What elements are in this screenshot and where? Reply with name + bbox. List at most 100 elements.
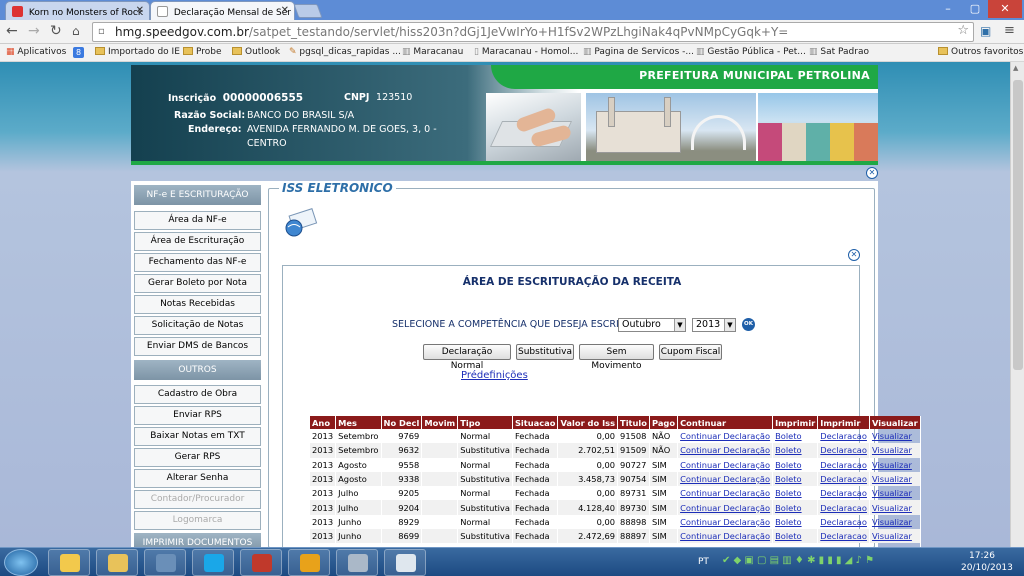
- predefinicoes-link[interactable]: Prédefinições: [461, 370, 528, 381]
- boleto-link[interactable]: Boleto: [775, 488, 802, 498]
- start-button[interactable]: [4, 549, 38, 576]
- substitutiva-button[interactable]: Substitutiva: [516, 344, 574, 360]
- sidebar-item-area-escrituracao[interactable]: Área de Escrituração: [134, 232, 261, 251]
- boleto-link[interactable]: Boleto: [775, 517, 802, 527]
- cell-pago-cell: NÃO: [649, 443, 679, 458]
- tab-declaracao[interactable]: Declaração Mensal de Ser ✕: [150, 1, 295, 20]
- taskbar-windows-explorer-button[interactable]: [48, 549, 90, 576]
- declaracao-link[interactable]: Declaracao: [820, 517, 867, 527]
- close-tab-icon[interactable]: ✕: [281, 5, 289, 16]
- sidebar-item-gerar-boleto[interactable]: Gerar Boleto por Nota: [134, 274, 261, 293]
- sidebar-item-solicitacao-notas[interactable]: Solicitação de Notas: [134, 316, 261, 335]
- bookmark-pgsql[interactable]: ✎ pgsql_dicas_rapidas ...: [289, 47, 401, 57]
- language-indicator[interactable]: PT: [698, 557, 709, 567]
- sem-movimento-button[interactable]: Sem Movimento: [579, 344, 654, 371]
- tab-korn[interactable]: Korn no Monsters of Rock ✕: [5, 1, 150, 20]
- back-arrow-icon[interactable]: ←: [6, 23, 18, 39]
- bookmark-maracanau[interactable]: ▥ Maracanau: [402, 47, 463, 57]
- cell-titulo: 90754: [620, 474, 647, 485]
- declaracao-link[interactable]: Declaracao: [820, 474, 867, 484]
- taskbar-network-button[interactable]: [144, 549, 186, 576]
- year-select[interactable]: 2013 ▼: [692, 318, 736, 332]
- clock-time[interactable]: 17:26: [969, 551, 995, 561]
- bookmark-pagina-servicos[interactable]: ▥ Pagina de Servicos -...: [583, 47, 694, 57]
- continuar-declaracao-link[interactable]: Continuar Declaração: [680, 503, 770, 513]
- cast-icon[interactable]: ▣: [980, 24, 991, 38]
- menu-icon[interactable]: ≡: [1004, 23, 1015, 38]
- continuar-declaracao-link[interactable]: Continuar Declaração: [680, 488, 770, 498]
- tray-icons[interactable]: ✔ ◆ ▣ ▢ ▤ ▥ ♦ ✱ ▮ ▮ ▮ ◢ ♪ ⚑: [722, 555, 874, 566]
- bookmark-star-icon[interactable]: ☆: [957, 23, 969, 38]
- taskbar-calculator-button[interactable]: [336, 549, 378, 576]
- sidebar-item-gerar-rps[interactable]: Gerar RPS: [134, 448, 261, 467]
- address-bar[interactable]: ▫ hmg.speedgov.com.br/satpet_testando/se…: [92, 22, 974, 42]
- bookmark-probe[interactable]: Probe: [183, 47, 222, 57]
- boleto-link[interactable]: Boleto: [775, 503, 802, 513]
- declaracao-link[interactable]: Declaracao: [820, 445, 867, 455]
- declaracao-link[interactable]: Declaracao: [820, 460, 867, 470]
- declaracao-normal-button[interactable]: Declaração Normal: [423, 344, 511, 371]
- declaracao-link[interactable]: Declaracao: [820, 488, 867, 498]
- taskbar-chrome-button[interactable]: [288, 549, 330, 576]
- continuar-declaracao-link[interactable]: Continuar Declaração: [680, 517, 770, 527]
- maximize-button[interactable]: ▢: [962, 0, 988, 18]
- continuar-declaracao-link[interactable]: Continuar Declaração: [680, 431, 770, 441]
- visualizar-link[interactable]: Visualizar: [872, 503, 912, 513]
- bookmark-apps[interactable]: ▦ Aplicativos: [6, 47, 66, 57]
- visualizar-link[interactable]: Visualizar: [872, 460, 912, 470]
- taskbar-folder-button[interactable]: [96, 549, 138, 576]
- bookmark-maracanau-homol[interactable]: ▯ Maracanau - Homol...: [474, 47, 578, 57]
- continuar-declaracao-link[interactable]: Continuar Declaração: [680, 474, 770, 484]
- close-icon[interactable]: ✕: [866, 167, 878, 179]
- visualizar-link[interactable]: Visualizar: [872, 431, 912, 441]
- sidebar-item-cadastro-obra[interactable]: Cadastro de Obra: [134, 385, 261, 404]
- continuar-declaracao-link[interactable]: Continuar Declaração: [680, 445, 770, 455]
- bookmark-outlook[interactable]: Outlook: [232, 47, 280, 57]
- declaracao-link[interactable]: Declaracao: [820, 531, 867, 541]
- sidebar-item-alterar-senha[interactable]: Alterar Senha: [134, 469, 261, 488]
- sidebar-item-fechamento-nfe[interactable]: Fechamento das NF-e: [134, 253, 261, 272]
- taskbar-skype-button[interactable]: [192, 549, 234, 576]
- scroll-up-icon[interactable]: ▲: [1013, 64, 1018, 72]
- continuar-declaracao-link[interactable]: Continuar Declaração: [680, 460, 770, 470]
- bookmark-sat-padrao[interactable]: ▥ Sat Padrao: [809, 47, 869, 57]
- clock-date[interactable]: 20/10/2013: [961, 563, 1013, 573]
- visualizar-link[interactable]: Visualizar: [872, 517, 912, 527]
- google-icon[interactable]: 8: [73, 47, 84, 58]
- taskbar-notepad-button[interactable]: [384, 549, 426, 576]
- month-select[interactable]: Outubro ▼: [618, 318, 686, 332]
- bookmark-gestao-publica[interactable]: ▥ Gestão Pública - Pet...: [696, 47, 806, 57]
- declaracao-link[interactable]: Declaracao: [820, 503, 867, 513]
- boleto-link[interactable]: Boleto: [775, 445, 802, 455]
- page-scrollbar[interactable]: ▲: [1010, 62, 1024, 547]
- forward-arrow-icon[interactable]: →: [28, 23, 40, 39]
- taskbar-gx-button[interactable]: [240, 549, 282, 576]
- visualizar-link[interactable]: Visualizar: [872, 488, 912, 498]
- sidebar-item-enviar-dms[interactable]: Enviar DMS de Bancos: [134, 337, 261, 356]
- boleto-link[interactable]: Boleto: [775, 531, 802, 541]
- cupom-fiscal-button[interactable]: Cupom Fiscal: [659, 344, 722, 360]
- home-icon[interactable]: ⌂: [72, 24, 80, 38]
- scrollbar-thumb[interactable]: [1013, 80, 1023, 370]
- boleto-link[interactable]: Boleto: [775, 431, 802, 441]
- bookmark-importado[interactable]: Importado do IE: [95, 47, 180, 57]
- visualizar-link[interactable]: Visualizar: [872, 474, 912, 484]
- visualizar-link[interactable]: Visualizar: [872, 445, 912, 455]
- reload-icon[interactable]: ↻: [50, 23, 62, 39]
- sidebar-item-baixar-notas[interactable]: Baixar Notas em TXT: [134, 427, 261, 446]
- close-window-button[interactable]: ✕: [988, 0, 1022, 18]
- sidebar-item-area-nfe[interactable]: Área da NF-e: [134, 211, 261, 230]
- declaracao-link[interactable]: Declaracao: [820, 431, 867, 441]
- close-tab-icon[interactable]: ✕: [136, 5, 144, 16]
- boleto-link[interactable]: Boleto: [775, 474, 802, 484]
- minimize-button[interactable]: –: [934, 0, 962, 18]
- new-tab-button[interactable]: [293, 4, 323, 18]
- bookmark-outros-favoritos[interactable]: Outros favoritos: [938, 47, 1023, 57]
- sidebar-item-enviar-rps[interactable]: Enviar RPS: [134, 406, 261, 425]
- boleto-link[interactable]: Boleto: [775, 460, 802, 470]
- continuar-declaracao-link[interactable]: Continuar Declaração: [680, 531, 770, 541]
- ok-button[interactable]: OK: [742, 318, 755, 331]
- sidebar-item-notas-recebidas[interactable]: Notas Recebidas: [134, 295, 261, 314]
- visualizar-link[interactable]: Visualizar: [872, 531, 912, 541]
- close-panel-icon[interactable]: ✕: [848, 249, 860, 261]
